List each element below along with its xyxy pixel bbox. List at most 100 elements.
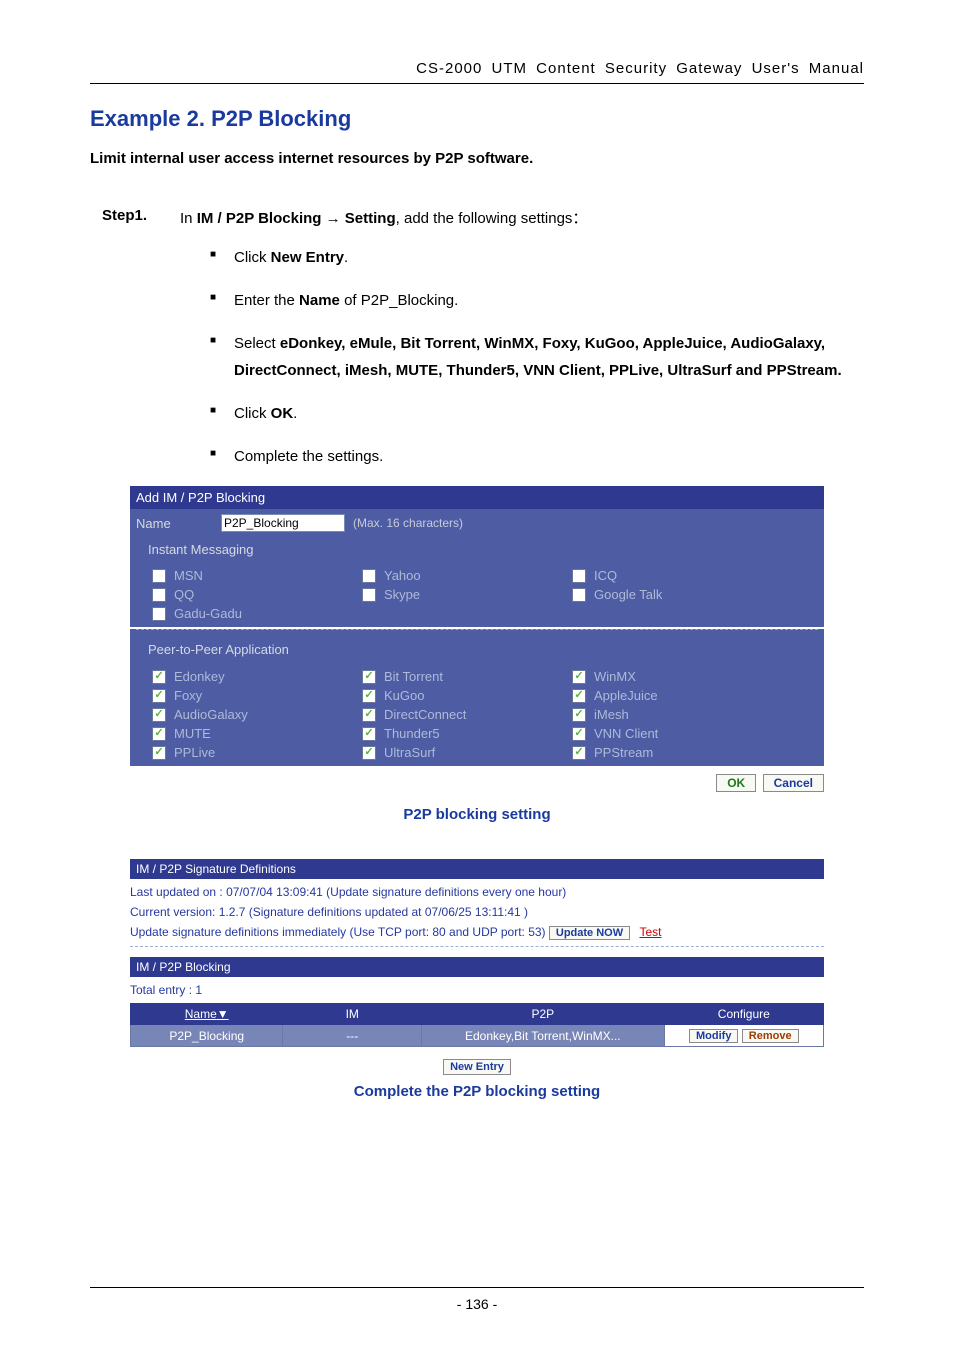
checkbox-icon[interactable]	[572, 588, 586, 602]
checkbox-option[interactable]: MSN	[152, 568, 362, 583]
modify-button[interactable]: Modify	[689, 1029, 738, 1043]
checkbox-label: Edonkey	[174, 669, 225, 684]
checkbox-icon[interactable]	[362, 689, 376, 703]
bullet-text: Click	[234, 405, 271, 422]
dashed-separator	[130, 946, 824, 947]
table-header-row: Name▼ IM P2P Configure	[131, 1004, 824, 1025]
checkbox-option[interactable]: VNN Client	[572, 726, 782, 741]
dash-sep-wrap: Peer-to-Peer Application	[130, 629, 824, 667]
col-p2p: P2P	[422, 1004, 665, 1025]
checkbox-label: Bit Torrent	[384, 669, 443, 684]
p2p-options: Edonkey Bit Torrent WinMX Foxy KuGoo AppleJui…	[130, 667, 824, 766]
checkbox-option[interactable]: Google Talk	[572, 587, 782, 602]
p2p-subhead: Peer-to-Peer Application	[130, 640, 824, 663]
checkbox-icon[interactable]	[152, 689, 166, 703]
checkbox-label: ICQ	[594, 568, 617, 583]
new-entry-button[interactable]: New Entry	[443, 1059, 511, 1075]
checkbox-option[interactable]: MUTE	[152, 726, 362, 741]
checkbox-option[interactable]: DirectConnect	[362, 707, 572, 722]
checkbox-option[interactable]: AppleJuice	[572, 688, 782, 703]
checkbox-option	[572, 606, 782, 621]
checkbox-icon[interactable]	[362, 670, 376, 684]
cancel-button[interactable]: Cancel	[763, 774, 824, 792]
checkbox-icon[interactable]	[362, 727, 376, 741]
bullet-item: Complete the settings.	[210, 443, 864, 470]
step-prefix: In	[180, 210, 197, 227]
checkbox-icon[interactable]	[152, 746, 166, 760]
section-heading: Example 2. P2P Blocking	[90, 106, 864, 132]
checkbox-icon[interactable]	[362, 708, 376, 722]
checkbox-icon[interactable]	[152, 670, 166, 684]
checkbox-icon[interactable]	[362, 588, 376, 602]
bullet-bold: OK	[271, 405, 294, 422]
checkbox-icon[interactable]	[152, 569, 166, 583]
checkbox-icon[interactable]	[152, 727, 166, 741]
checkbox-option[interactable]: Skype	[362, 587, 572, 602]
checkbox-label: Thunder5	[384, 726, 440, 741]
col-name[interactable]: Name▼	[131, 1004, 283, 1025]
checkbox-label: PPLive	[174, 745, 215, 760]
checkbox-option[interactable]: iMesh	[572, 707, 782, 722]
bullet-bold: Name	[299, 292, 340, 309]
bullet-item: Select eDonkey, eMule, Bit Torrent, WinM…	[210, 330, 864, 384]
checkbox-label: QQ	[174, 587, 194, 602]
bullet-list: Click New Entry. Enter the Name of P2P_B…	[90, 244, 864, 470]
checkbox-option[interactable]: PPLive	[152, 745, 362, 760]
checkbox-option[interactable]: QQ	[152, 587, 362, 602]
checkbox-icon[interactable]	[572, 708, 586, 722]
checkbox-icon[interactable]	[152, 708, 166, 722]
step-bold-1: IM / P2P Blocking	[197, 210, 322, 227]
checkbox-icon[interactable]	[152, 607, 166, 621]
test-link[interactable]: Test	[639, 925, 661, 939]
ok-button[interactable]: OK	[716, 774, 756, 792]
name-input[interactable]	[221, 514, 345, 532]
checkbox-icon[interactable]	[152, 588, 166, 602]
name-field-row: Name (Max. 16 characters)	[130, 509, 824, 537]
table-row: P2P_Blocking --- Edonkey,Bit Torrent,Win…	[131, 1025, 824, 1047]
checkbox-label: Gadu-Gadu	[174, 606, 242, 621]
im-options: MSNYahoo ICQ QQ SkypeGoogle Talk Gadu-Gadu	[130, 562, 824, 627]
sort-desc-icon: ▼	[217, 1007, 229, 1021]
footer-rule	[90, 1287, 864, 1288]
checkbox-option[interactable]: Yahoo	[362, 568, 572, 583]
new-entry-row: New Entry	[130, 1059, 824, 1075]
checkbox-label: Foxy	[174, 688, 202, 703]
checkbox-option	[362, 606, 572, 621]
checkbox-option[interactable]: AudioGalaxy	[152, 707, 362, 722]
checkbox-option[interactable]: Thunder5	[362, 726, 572, 741]
bullet-item: Enter the Name of P2P_Blocking.	[210, 287, 864, 314]
checkbox-icon[interactable]	[362, 746, 376, 760]
checkbox-icon[interactable]	[572, 746, 586, 760]
checkbox-label: WinMX	[594, 669, 636, 684]
page-footer: - 136 -	[0, 1287, 954, 1312]
sig-line-3-text: Update signature definitions immediately…	[130, 925, 546, 939]
checkbox-icon[interactable]	[572, 569, 586, 583]
checkbox-icon[interactable]	[572, 689, 586, 703]
checkbox-option[interactable]: Foxy	[152, 688, 362, 703]
add-blocking-screenshot: Add IM / P2P Blocking Name (Max. 16 char…	[130, 486, 824, 766]
update-now-button[interactable]: Update NOW	[549, 926, 630, 940]
bullet-text: Complete the settings.	[234, 448, 383, 465]
bullet-text: Click	[234, 249, 271, 266]
running-header: CS-2000 UTM Content Security Gateway Use…	[90, 60, 864, 77]
checkbox-option[interactable]: KuGoo	[362, 688, 572, 703]
checkbox-option[interactable]: Gadu-Gadu	[152, 606, 362, 621]
checkbox-label: DirectConnect	[384, 707, 466, 722]
checkbox-icon[interactable]	[572, 670, 586, 684]
remove-button[interactable]: Remove	[742, 1029, 799, 1043]
checkbox-icon[interactable]	[572, 727, 586, 741]
figure-caption-1: P2P blocking setting	[90, 806, 864, 823]
checkbox-option[interactable]: UltraSurf	[362, 745, 572, 760]
checkbox-option[interactable]: Edonkey	[152, 669, 362, 684]
step-label: Step1.	[102, 207, 180, 228]
sig-panel-title: IM / P2P Signature Definitions	[130, 859, 824, 879]
checkbox-icon[interactable]	[362, 569, 376, 583]
checkbox-option[interactable]: Bit Torrent	[362, 669, 572, 684]
bullet-text: .	[344, 249, 348, 266]
step-row: Step1. In IM / P2P Blocking → Setting, a…	[90, 207, 864, 228]
checkbox-label: KuGoo	[384, 688, 424, 703]
checkbox-option[interactable]: PPStream	[572, 745, 782, 760]
checkbox-option[interactable]: ICQ	[572, 568, 782, 583]
col-im: IM	[283, 1004, 422, 1025]
checkbox-option[interactable]: WinMX	[572, 669, 782, 684]
